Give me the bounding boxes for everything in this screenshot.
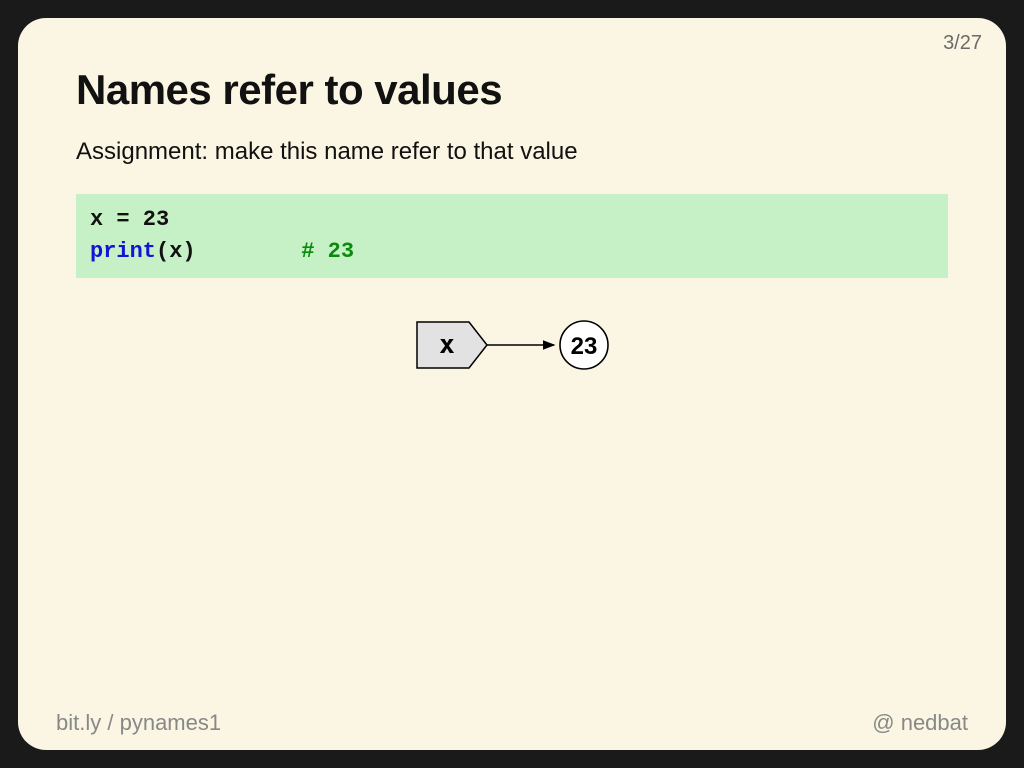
name-tag-label: x (439, 330, 455, 360)
slide-subtitle: Assignment: make this name refer to that… (76, 138, 948, 166)
slide-footer: bit.ly / pynames1 @ nedbat (56, 710, 968, 736)
footer-link-path: pynames1 (120, 710, 222, 735)
page-counter: 3/27 (943, 32, 982, 55)
code-block: x = 23 print(x) # 23 (76, 194, 948, 278)
slide-title: Names refer to values (76, 66, 948, 114)
code-builtin-print: print (90, 239, 156, 264)
name-value-diagram: x 23 (76, 310, 948, 385)
footer-link-sep: / (101, 710, 119, 735)
value-circle-label: 23 (571, 333, 598, 360)
footer-handle: nedbat (895, 710, 968, 735)
footer-at-icon: @ (872, 710, 894, 735)
code-padding (196, 239, 302, 264)
diagram-svg: x 23 (362, 310, 662, 380)
footer-left: bit.ly / pynames1 (56, 710, 221, 736)
footer-right: @ nedbat (872, 710, 968, 736)
code-call-args: (x) (156, 239, 196, 264)
footer-link-host: bit.ly (56, 710, 101, 735)
slide: 3/27 Names refer to values Assignment: m… (18, 18, 1006, 750)
code-line-1: x = 23 (90, 207, 169, 232)
code-comment: # 23 (301, 239, 354, 264)
